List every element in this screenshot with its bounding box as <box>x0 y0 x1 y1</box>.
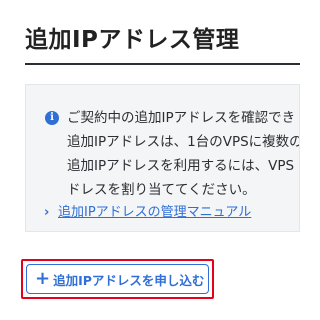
chevron-right-icon: › <box>44 205 50 220</box>
info-line: 追加IPアドレスは、1台のVPSに複数の <box>67 134 300 150</box>
info-line: ご契約中の追加IPアドレスを確認でき <box>67 110 296 126</box>
manual-link-label: 追加IPアドレスの管理マニュアル <box>58 205 252 220</box>
title-divider <box>25 63 300 65</box>
info-text: ご契約中の追加IPアドレスを確認でき 追加IPアドレスは、1台のVPSに複数の … <box>67 106 300 202</box>
apply-additional-ip-button[interactable]: + 追加IPアドレスを申し込む <box>26 264 209 294</box>
info-icon: i <box>45 111 59 125</box>
manual-link[interactable]: › 追加IPアドレスの管理マニュアル <box>44 201 251 220</box>
info-panel: i ご契約中の追加IPアドレスを確認でき 追加IPアドレスは、1台のVPSに複数… <box>25 84 300 232</box>
apply-button-label: 追加IPアドレスを申し込む <box>53 272 205 288</box>
plus-icon: + <box>35 268 51 289</box>
info-line: ドレスを割り当ててください。 <box>67 182 256 198</box>
apply-additional-ip-highlight: + 追加IPアドレスを申し込む <box>21 259 214 299</box>
page-title: 追加IPアドレス管理 <box>25 27 240 53</box>
info-line: 追加IPアドレスを利用するには、VPS <box>67 158 295 174</box>
